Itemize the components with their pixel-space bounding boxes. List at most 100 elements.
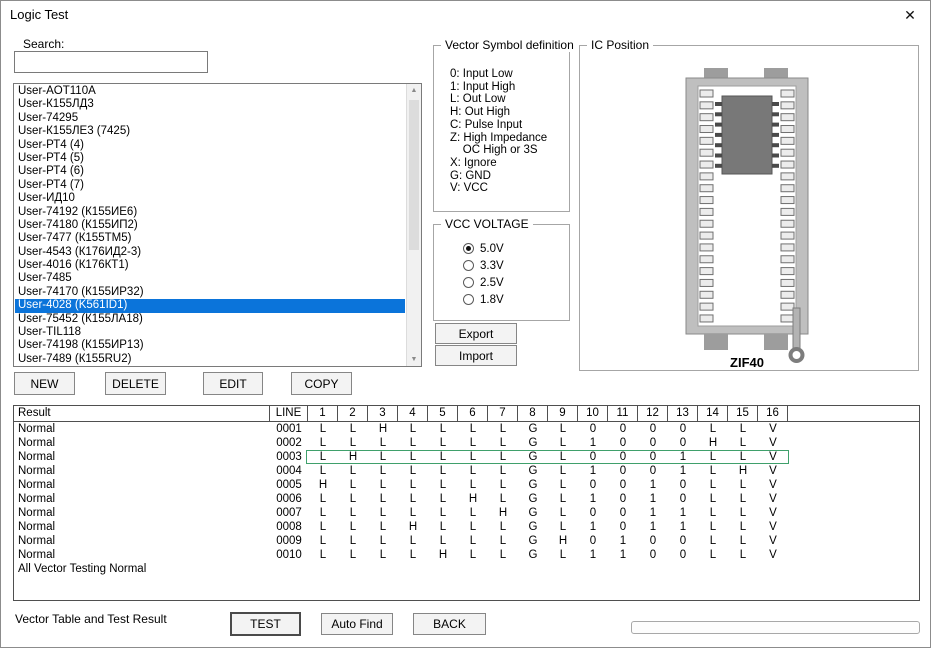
list-item[interactable]: User-4028 (K561ID1)	[15, 299, 405, 312]
cell-value: 0	[608, 478, 638, 492]
list-item[interactable]: User-74192 (К155ИЕ6)	[15, 206, 405, 219]
cell-value: 0	[608, 450, 638, 464]
cell-value: L	[488, 464, 518, 478]
cell-value: 0	[578, 422, 608, 436]
back-button[interactable]: BACK	[413, 613, 486, 635]
table-row[interactable]: Normal0010LLLLHLLGL1100LLV	[14, 548, 919, 562]
list-item[interactable]: User-TIL118	[15, 326, 405, 339]
cell-value: 1	[668, 464, 698, 478]
socket-lever	[793, 308, 800, 348]
vcc-option-1.8V[interactable]: 1.8V	[463, 291, 504, 308]
list-item[interactable]: User-4016 (К176КТ1)	[15, 259, 405, 272]
chip-leg	[772, 154, 779, 158]
list-item[interactable]: User-7477 (К155ТМ5)	[15, 232, 405, 245]
socket-pin-slot	[781, 279, 794, 286]
cell-value: L	[308, 548, 338, 562]
export-button[interactable]: Export	[435, 323, 517, 344]
socket-pin-slot	[781, 220, 794, 227]
cell-value: L	[308, 492, 338, 506]
radio-button-icon[interactable]	[463, 260, 474, 271]
copy-button[interactable]: COPY	[291, 372, 352, 395]
socket-tab-bottom-right	[764, 334, 788, 350]
cell-value: 1	[638, 478, 668, 492]
cell-value: 0	[608, 436, 638, 450]
list-item[interactable]: User-4543 (К176ИД2-3)	[15, 246, 405, 259]
cell-result: Normal	[14, 534, 270, 548]
vcc-option-3.3V[interactable]: 3.3V	[463, 257, 504, 274]
cell-value: L	[698, 548, 728, 562]
table-body: Normal0001LLHLLLLGL0000LLVNormal0002LLLL…	[14, 422, 919, 562]
cell-value: L	[428, 506, 458, 520]
list-item[interactable]: User-AOT110A	[15, 85, 405, 98]
socket-pin-slot	[700, 102, 713, 109]
list-item[interactable]: User-К155ЛЕ3 (7425)	[15, 125, 405, 138]
search-input[interactable]	[14, 51, 208, 73]
list-item[interactable]: User-7485	[15, 272, 405, 285]
edit-button[interactable]: EDIT	[203, 372, 263, 395]
import-button[interactable]: Import	[435, 345, 517, 366]
vector-symbol-line: L: Out Low	[450, 93, 547, 106]
cell-value: 0	[608, 422, 638, 436]
cell-value: L	[698, 422, 728, 436]
table-row[interactable]: Normal0001LLHLLLLGL0000LLV	[14, 422, 919, 436]
auto-find-button[interactable]: Auto Find	[321, 613, 393, 635]
table-row[interactable]: Normal0008LLLHLLLGL1011LLV	[14, 520, 919, 534]
table-row[interactable]: Normal0003LHLLLLLGL0001LLV	[14, 450, 919, 464]
list-item[interactable]: User-ИД10	[15, 192, 405, 205]
cell-value: L	[398, 492, 428, 506]
cell-value: L	[548, 478, 578, 492]
radio-button-icon[interactable]	[463, 243, 474, 254]
cell-value: L	[368, 478, 398, 492]
cell-value: L	[398, 478, 428, 492]
vcc-option-2.5V[interactable]: 2.5V	[463, 274, 504, 291]
cell-value: 0	[668, 492, 698, 506]
list-item[interactable]: User-К155ЛД3	[15, 98, 405, 111]
socket-pin-slot	[700, 279, 713, 286]
vcc-option-5.0V[interactable]: 5.0V	[463, 240, 504, 257]
scrollbar-thumb[interactable]	[409, 100, 419, 250]
vector-symbol-title: Vector Symbol definition	[441, 38, 578, 52]
vector-symbol-line: X: Ignore	[450, 157, 547, 170]
table-row[interactable]: Normal0009LLLLLLLGH0100LLV	[14, 534, 919, 548]
list-item[interactable]: User-РТ4 (7)	[15, 179, 405, 192]
list-item[interactable]: User-РТ4 (5)	[15, 152, 405, 165]
scroll-up-icon[interactable]: ▲	[407, 87, 421, 94]
cell-result: Normal	[14, 506, 270, 520]
radio-button-icon[interactable]	[463, 294, 474, 305]
radio-button-icon[interactable]	[463, 277, 474, 288]
cell-value: L	[458, 478, 488, 492]
delete-button[interactable]: DELETE	[105, 372, 166, 395]
list-item[interactable]: User-7489 (К155RU2)	[15, 353, 405, 365]
table-row[interactable]: Normal0006LLLLLHLGL1010LLV	[14, 492, 919, 506]
table-row[interactable]: Normal0007LLLLLLHGL0011LLV	[14, 506, 919, 520]
cell-value: 1	[638, 492, 668, 506]
cell-line: 0007	[270, 506, 308, 520]
cell-value: L	[398, 534, 428, 548]
list-scrollbar[interactable]: ▲ ▼	[406, 84, 421, 366]
cell-line: 0005	[270, 478, 308, 492]
list-item[interactable]: User-75452 (К155ЛА18)	[15, 313, 405, 326]
cell-value: L	[338, 492, 368, 506]
cell-value: 0	[578, 506, 608, 520]
cell-value: L	[548, 520, 578, 534]
new-button[interactable]: NEW	[14, 372, 75, 395]
list-item[interactable]: User-74170 (К155ИР32)	[15, 286, 405, 299]
vector-symbol-line: G: GND	[450, 170, 547, 183]
list-item[interactable]: User-РТ4 (4)	[15, 139, 405, 152]
table-row[interactable]: Normal0005HLLLLLLGL0010LLV	[14, 478, 919, 492]
table-row[interactable]: Normal0004LLLLLLLGL1001LHV	[14, 464, 919, 478]
list-item[interactable]: User-74198 (К155ИР13)	[15, 339, 405, 352]
cell-value: H	[728, 464, 758, 478]
chip-leg	[772, 164, 779, 168]
cell-value: L	[308, 520, 338, 534]
cell-value: L	[728, 436, 758, 450]
close-icon[interactable]: ✕	[900, 6, 920, 24]
chip-leg	[715, 102, 722, 106]
list-item[interactable]: User-74180 (К155ИП2)	[15, 219, 405, 232]
table-row[interactable]: Normal0002LLLLLLLGL1000HLV	[14, 436, 919, 450]
cell-value: 1	[638, 520, 668, 534]
list-item[interactable]: User-74295	[15, 112, 405, 125]
test-button[interactable]: TEST	[230, 612, 301, 636]
list-item[interactable]: User-РТ4 (6)	[15, 165, 405, 178]
scroll-down-icon[interactable]: ▼	[407, 356, 421, 363]
